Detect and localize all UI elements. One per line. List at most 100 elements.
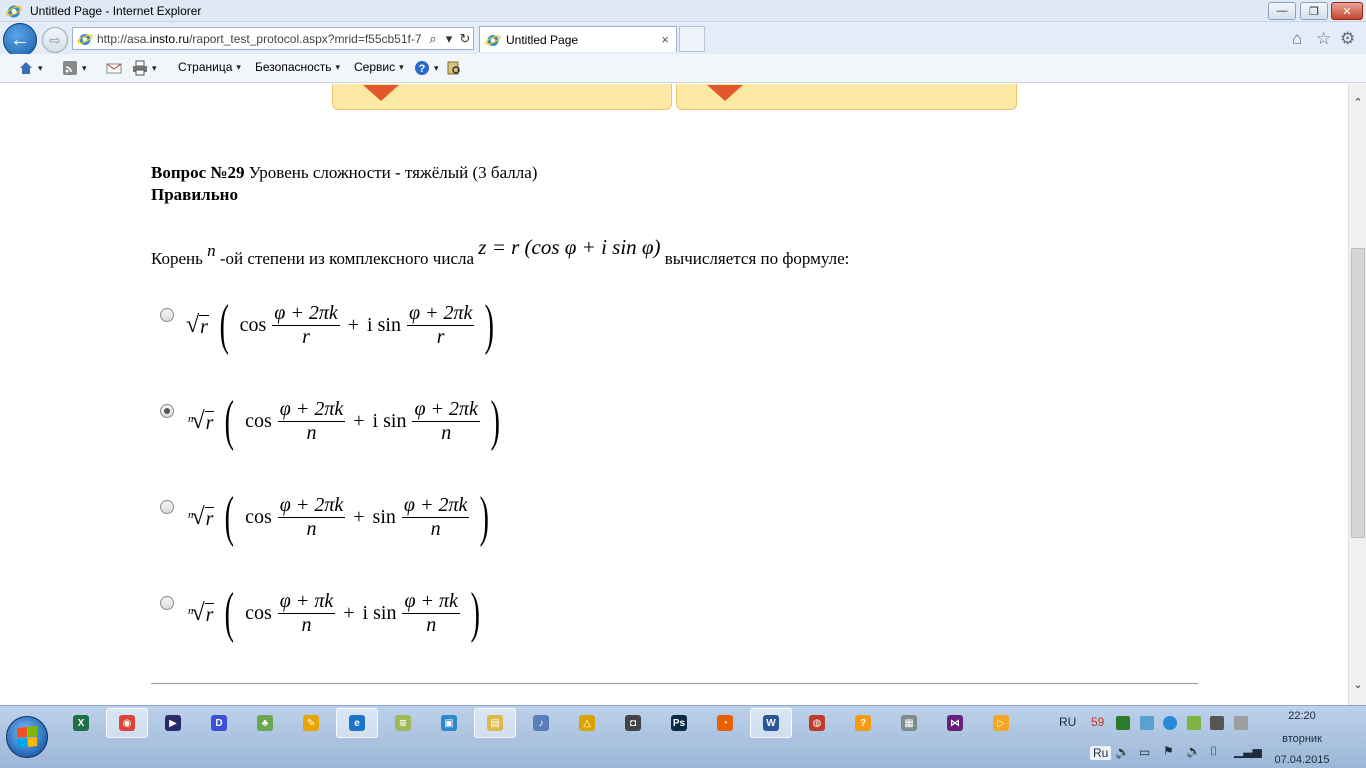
network-signal-icon[interactable]: ▁▃▅ xyxy=(1234,744,1262,758)
fraction: φ + 2πk n xyxy=(412,397,480,444)
clock-weekday[interactable]: вторник xyxy=(1262,733,1342,745)
taskbar-media-player[interactable]: ▶ xyxy=(152,708,194,738)
new-tab-button[interactable] xyxy=(679,26,705,52)
taskbar-utility[interactable]: ♣ xyxy=(244,708,286,738)
feeds-menu[interactable]: ▾ xyxy=(62,60,87,76)
clock-time[interactable]: 22:20 xyxy=(1262,710,1342,722)
close-button[interactable]: ✕ xyxy=(1331,2,1363,20)
search-icon[interactable]: ⌕ xyxy=(425,31,441,47)
scroll-down-icon[interactable]: ⌄ xyxy=(1349,678,1366,692)
sync-icon[interactable] xyxy=(1163,716,1177,730)
fraction: φ + 2πk n xyxy=(277,397,346,444)
taskbar-archive[interactable]: △ xyxy=(566,708,608,738)
input-language[interactable]: Ru xyxy=(1090,746,1112,760)
chevron-down-icon: ▾ xyxy=(335,61,341,72)
minimize-button[interactable]: — xyxy=(1268,2,1296,20)
answer-radio[interactable] xyxy=(160,500,174,514)
service-menu[interactable]: Сервис ▾ xyxy=(354,60,404,74)
vertical-scrollbar[interactable]: ⌃ ⌄ xyxy=(1348,84,1366,705)
chevron-down-icon: ▾ xyxy=(38,62,43,73)
language-indicator[interactable]: RU xyxy=(1059,715,1076,729)
taskbar-calculator[interactable]: ▦ xyxy=(888,708,930,738)
speaker-icon[interactable]: 🔈 xyxy=(1115,745,1130,759)
tools-gear-icon[interactable]: ⚙ xyxy=(1340,29,1355,49)
taskbar-image-viewer[interactable]: ▣ xyxy=(428,708,470,738)
back-button[interactable]: ← xyxy=(3,23,37,57)
answer-formula: n √ r(cos φ + 2πk n + i sin φ + 2πk n) xyxy=(188,390,500,452)
utility-icon: ♣ xyxy=(257,715,273,731)
nvidia-icon[interactable] xyxy=(1116,716,1130,730)
divider xyxy=(151,683,1198,684)
address-bar[interactable]: http://asa.insto.ru/raport_test_protocol… xyxy=(72,27,474,50)
taskbar-visual-studio[interactable]: ⋈ xyxy=(934,708,976,738)
answer-radio[interactable] xyxy=(160,404,174,418)
safety-menu[interactable]: Безопасность ▾ xyxy=(255,60,340,74)
tab-close-icon[interactable]: × xyxy=(661,32,669,47)
print-icon xyxy=(133,60,147,76)
fraction: φ + 2πk r xyxy=(406,301,475,348)
favorites-icon[interactable]: ☆ xyxy=(1316,29,1331,49)
home-icon[interactable]: ⌂ xyxy=(1292,29,1302,49)
taskbar-camera[interactable]: ◘ xyxy=(612,708,654,738)
url-text[interactable]: http://asa.insto.ru/raport_test_protocol… xyxy=(97,32,425,46)
mail-button[interactable] xyxy=(106,60,122,76)
taskbar-recorder[interactable]: ◍ xyxy=(796,708,838,738)
arrow-right-icon: ⇨ xyxy=(49,31,61,48)
tab-untitled-page[interactable]: Untitled Page × xyxy=(479,26,677,52)
research-button[interactable] xyxy=(446,60,462,76)
banner-arrow-icon xyxy=(707,85,743,101)
page-menu-label: Страница xyxy=(178,60,233,74)
answer-radio[interactable] xyxy=(160,308,174,322)
taskbar-notes[interactable]: ✎ xyxy=(290,708,332,738)
taskbar-firefox[interactable]: ◔ xyxy=(704,708,746,738)
scroll-thumb[interactable] xyxy=(1351,248,1365,538)
media-player-icon: ▶ xyxy=(165,715,181,731)
video-player-icon: ▷ xyxy=(993,715,1009,731)
forward-button[interactable]: ⇨ xyxy=(42,27,68,53)
taskbar-photoshop[interactable]: Ps xyxy=(658,708,700,738)
taskbar-internet-explorer[interactable]: e xyxy=(336,708,378,738)
flag-icon[interactable]: ⚑ xyxy=(1163,744,1174,758)
home-menu[interactable]: ▾ xyxy=(18,60,43,76)
pen-icon[interactable] xyxy=(1234,716,1248,730)
clock-date[interactable]: 07.04.2015 xyxy=(1262,754,1342,766)
rss-feed-icon xyxy=(63,61,77,75)
address-dropdown-icon[interactable]: ▾ xyxy=(441,31,457,47)
taskbar-audio[interactable]: ♪ xyxy=(520,708,562,738)
snowflake-icon[interactable] xyxy=(1140,716,1154,730)
maximize-button[interactable]: ❐ xyxy=(1300,2,1328,20)
scroll-up-icon[interactable]: ⌃ xyxy=(1349,96,1366,110)
nav-banner-right[interactable] xyxy=(676,84,1017,110)
layers-icon[interactable] xyxy=(1187,716,1201,730)
help-menu[interactable]: ? ▾ xyxy=(414,60,439,76)
tray-badge-number[interactable]: 59 xyxy=(1091,715,1104,729)
gear-tray-icon[interactable] xyxy=(1210,716,1224,730)
power-icon[interactable]: ⌷ xyxy=(1210,744,1217,759)
taskbar-daemon-tools[interactable]: D xyxy=(198,708,240,738)
fraction: φ + 2πk n xyxy=(277,493,346,540)
refresh-icon[interactable]: ↻ xyxy=(457,31,473,47)
complex-number-formula: z = r (cos φ + i sin φ) xyxy=(478,235,661,259)
windows-logo-icon xyxy=(17,725,37,749)
taskbar-chrome[interactable]: ◉ xyxy=(106,708,148,738)
taskbar-question-app[interactable]: ? xyxy=(842,708,884,738)
taskbar-video-player[interactable]: ▷ xyxy=(980,708,1022,738)
monitor-icon[interactable]: ▭ xyxy=(1139,745,1150,759)
taskbar-word[interactable]: W xyxy=(750,708,792,738)
taskbar-explorer[interactable]: ▤ xyxy=(474,708,516,738)
start-button[interactable] xyxy=(6,716,48,758)
nav-banner-left[interactable] xyxy=(332,84,672,110)
window-title-bar: Untitled Page - Internet Explorer — ❐ ✕ xyxy=(0,0,1366,22)
taskbar-wifi[interactable]: ≋ xyxy=(382,708,424,738)
daemon-tools-icon: D xyxy=(211,715,227,731)
taskbar-excel[interactable]: X xyxy=(60,708,102,738)
print-menu[interactable]: ▾ xyxy=(132,60,157,76)
window-title: Untitled Page - Internet Explorer xyxy=(30,4,202,18)
answer-radio[interactable] xyxy=(160,596,174,610)
audio-icon: ♪ xyxy=(533,715,549,731)
page-menu[interactable]: Страница ▾ xyxy=(178,60,241,74)
firefox-icon: ◔ xyxy=(717,715,733,731)
taskbar: X ◉ ▶ D ♣ ✎ e ≋ ▣ ▤ ♪ △ ◘ Ps ◔ W ◍? ▦ ⋈ ▷ RU 59 Ru 🔈 ▭ ⚑ 🔉 … xyxy=(0,705,1366,768)
chevron-down-icon: ▾ xyxy=(236,61,241,72)
volume-icon[interactable]: 🔉 xyxy=(1186,744,1201,758)
